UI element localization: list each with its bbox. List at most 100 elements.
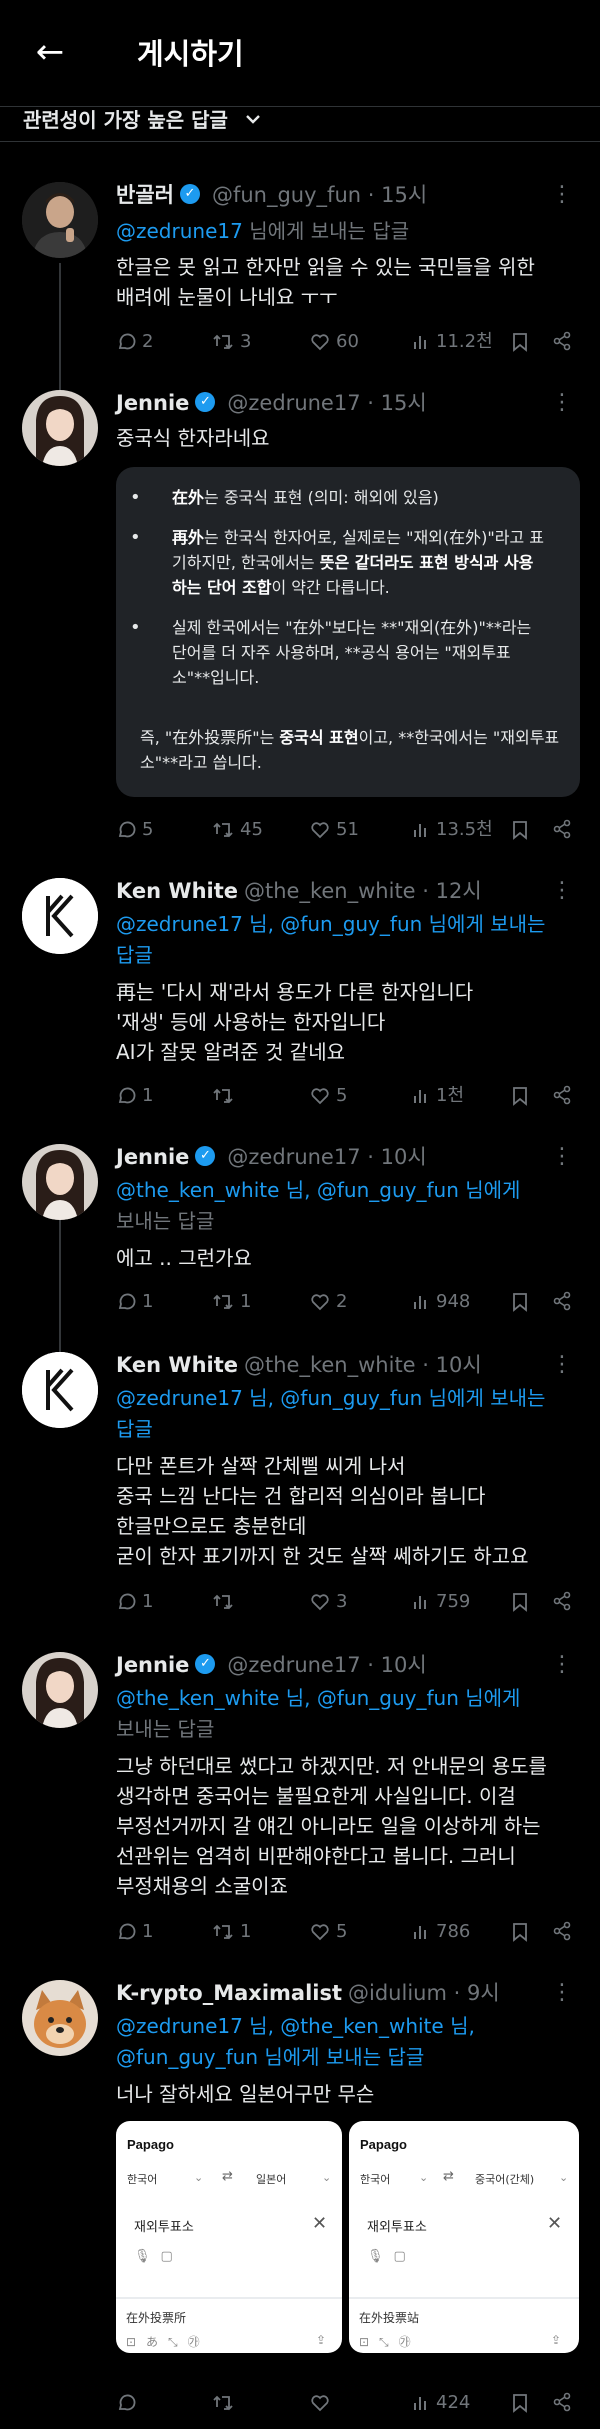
- reply-to-line: @zedrune17 님, @fun_guy_fun 님에게 보내는 답글: [116, 1383, 586, 1445]
- tweet[interactable]: Jennie ✓ @zedrune17 · 10시 ⋮ @the_ken_white…: [0, 1142, 600, 1322]
- more-options-icon[interactable]: ⋮: [551, 1352, 574, 1377]
- author-name[interactable]: 반골러: [116, 183, 174, 207]
- tweet-time[interactable]: · 10시: [422, 1353, 481, 1377]
- avatar[interactable]: [22, 1652, 98, 1728]
- author-name[interactable]: Jennie: [116, 1653, 189, 1677]
- views-button[interactable]: 13.5천: [412, 816, 493, 844]
- tweet[interactable]: Jennie ✓ @zedrune17 · 10시 ⋮ @the_ken_white…: [0, 1650, 600, 1960]
- tweet[interactable]: Jennie ✓ @zedrune17 · 15시 ⋮ 중국식 한자라네요 • 在外…: [0, 388, 600, 848]
- bookmark-icon[interactable]: [512, 1292, 528, 1312]
- author-handle[interactable]: @idulium: [348, 1981, 447, 2005]
- author-name[interactable]: Jennie: [116, 1145, 189, 1169]
- attached-images[interactable]: Papago 한국어 ⌄ ⇄ 일본어 ⌄ 재외투표소 ✕ 🎙︎▢ 在外投票所 ⊡…: [116, 2121, 579, 2367]
- more-options-icon[interactable]: ⋮: [551, 878, 574, 903]
- avatar[interactable]: [22, 1352, 98, 1428]
- tweet[interactable]: 반골러 ✓ @fun_guy_fun · 15시 ⋮ @zedrune17 님에게 …: [0, 180, 600, 360]
- more-options-icon[interactable]: ⋮: [551, 390, 574, 415]
- bookmark-icon[interactable]: [512, 332, 528, 352]
- like-button[interactable]: 60: [310, 328, 359, 356]
- reply-button[interactable]: 1: [116, 1588, 153, 1616]
- avatar[interactable]: [22, 390, 98, 466]
- retweet-button[interactable]: [212, 2389, 240, 2417]
- more-options-icon[interactable]: ⋮: [551, 1652, 574, 1677]
- share-icon[interactable]: [552, 331, 572, 351]
- reply-button[interactable]: [116, 2389, 142, 2417]
- share-icon[interactable]: [552, 2392, 572, 2412]
- share-icon[interactable]: [552, 1291, 572, 1311]
- arrow-left-icon[interactable]: ←: [28, 30, 72, 74]
- reply-button[interactable]: 1: [116, 1288, 153, 1316]
- like-button[interactable]: 2: [310, 1288, 347, 1316]
- views-button[interactable]: 11.2천: [412, 328, 493, 356]
- reply-button[interactable]: 2: [116, 328, 153, 356]
- views-button[interactable]: 759: [412, 1588, 470, 1616]
- reply-mentions[interactable]: @the_ken_white 님, @fun_guy_fun 님에게: [116, 1175, 586, 1206]
- like-button[interactable]: 5: [310, 1082, 347, 1110]
- tweet-time[interactable]: · 10시: [367, 1145, 426, 1169]
- papago-screenshot-left[interactable]: Papago 한국어 ⌄ ⇄ 일본어 ⌄ 재외투표소 ✕ 🎙︎▢ 在外投票所 ⊡…: [116, 2121, 342, 2353]
- reply-button[interactable]: 1: [116, 1918, 153, 1946]
- bookmark-icon[interactable]: [512, 820, 528, 840]
- retweet-button[interactable]: 45: [212, 816, 263, 844]
- author-handle[interactable]: @zedrune17: [227, 1145, 360, 1169]
- like-button[interactable]: 51: [310, 816, 359, 844]
- share-icon[interactable]: [552, 819, 572, 839]
- author-handle[interactable]: @zedrune17: [227, 1653, 360, 1677]
- like-button[interactable]: [310, 2389, 336, 2417]
- retweet-button[interactable]: [212, 1082, 240, 1110]
- views-button[interactable]: 424: [412, 2389, 470, 2417]
- avatar[interactable]: [22, 878, 98, 954]
- share-icon[interactable]: [552, 1921, 572, 1941]
- tweet[interactable]: K-rypto_Maximalist @idulium · 9시 ⋮ @zedru…: [0, 1978, 600, 2429]
- share-icon[interactable]: [552, 1085, 572, 1105]
- views-button[interactable]: 948: [412, 1288, 470, 1316]
- reply-button[interactable]: 1: [116, 1082, 153, 1110]
- chevron-down-icon[interactable]: [243, 109, 263, 129]
- tweet-time[interactable]: · 12시: [422, 879, 481, 903]
- tweet-time[interactable]: · 15시: [368, 183, 427, 207]
- tweet[interactable]: Ken White @the_ken_white · 10시 ⋮ @zedrune…: [0, 1350, 600, 1620]
- views-button[interactable]: 1천: [412, 1082, 464, 1110]
- reply-mentions[interactable]: @zedrune17 님, @fun_guy_fun 님에게 보내는: [116, 1383, 586, 1414]
- author-handle[interactable]: @the_ken_white: [244, 879, 416, 903]
- author-handle[interactable]: @fun_guy_fun: [212, 183, 361, 207]
- sort-label[interactable]: 관련성이 가장 높은 답글: [23, 104, 228, 133]
- reply-button[interactable]: 5: [116, 816, 153, 844]
- bookmark-icon[interactable]: [512, 2393, 528, 2413]
- reply-suffix[interactable]: @fun_guy_fun 님에게 보내는 답글: [116, 2042, 586, 2073]
- bookmark-icon[interactable]: [512, 1922, 528, 1942]
- views-button[interactable]: 786: [412, 1918, 470, 1946]
- retweet-button[interactable]: 1: [212, 1918, 251, 1946]
- avatar[interactable]: [22, 182, 98, 258]
- retweet-button[interactable]: [212, 1588, 240, 1616]
- sort-bar[interactable]: 관련성이 가장 높은 답글: [0, 95, 600, 142]
- papago-screenshot-right[interactable]: Papago 한국어 ⌄ ⇄ 중국어(간체) ⌄ 재외투표소 ✕ 🎙︎▢ 在外投…: [349, 2121, 579, 2353]
- translated-text: 在外投票所: [126, 2311, 187, 2325]
- tweet-time[interactable]: · 15시: [367, 391, 426, 415]
- retweet-button[interactable]: 1: [212, 1288, 251, 1316]
- author-handle[interactable]: @the_ken_white: [244, 1353, 416, 1377]
- retweet-button[interactable]: 3: [212, 328, 251, 356]
- avatar[interactable]: [22, 1980, 98, 2056]
- share-icon[interactable]: [552, 1591, 572, 1611]
- tweet-time[interactable]: · 9시: [454, 1981, 500, 2005]
- tweet-time[interactable]: · 10시: [367, 1653, 426, 1677]
- like-button[interactable]: 3: [310, 1588, 347, 1616]
- author-name[interactable]: Ken White: [116, 879, 238, 903]
- tweet[interactable]: Ken White @the_ken_white · 12시 ⋮ @zedrune…: [0, 876, 600, 1116]
- reply-mentions[interactable]: @zedrune17 님, @the_ken_white 님,: [116, 2011, 586, 2042]
- more-options-icon[interactable]: ⋮: [551, 1980, 574, 2005]
- author-name[interactable]: Ken White: [116, 1353, 238, 1377]
- author-name[interactable]: Jennie: [116, 391, 189, 415]
- bookmark-icon[interactable]: [512, 1592, 528, 1612]
- reply-mentions[interactable]: @the_ken_white 님, @fun_guy_fun 님에게: [116, 1683, 586, 1714]
- more-options-icon[interactable]: ⋮: [551, 182, 574, 207]
- reply-mentions[interactable]: @zedrune17 님, @fun_guy_fun 님에게 보내는: [116, 909, 586, 940]
- like-button[interactable]: 5: [310, 1918, 347, 1946]
- avatar[interactable]: [22, 1144, 98, 1220]
- bookmark-icon[interactable]: [512, 1086, 528, 1106]
- more-options-icon[interactable]: ⋮: [551, 1144, 574, 1169]
- author-handle[interactable]: @zedrune17: [227, 391, 360, 415]
- author-name[interactable]: K-rypto_Maximalist: [116, 1981, 342, 2005]
- mention-link[interactable]: @zedrune17: [116, 219, 243, 243]
